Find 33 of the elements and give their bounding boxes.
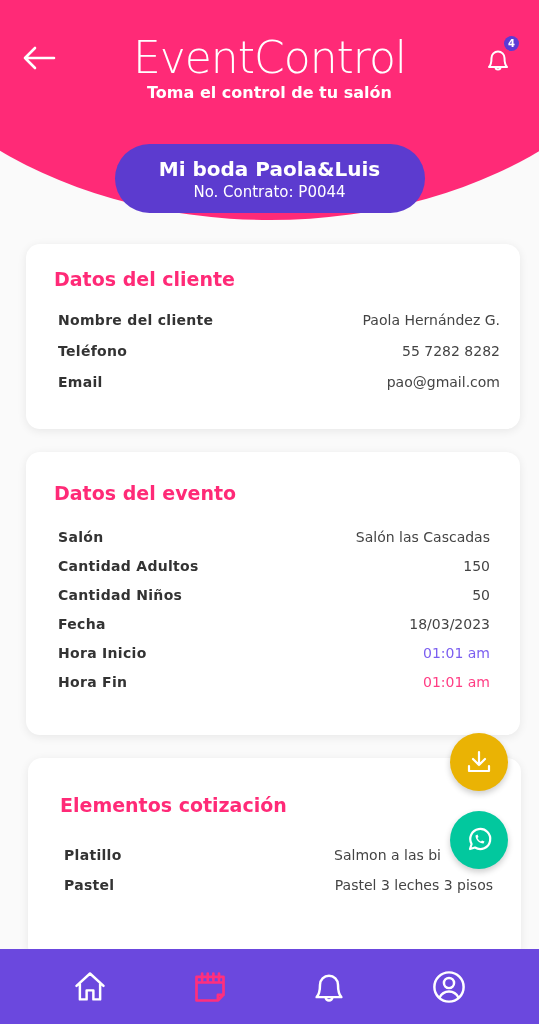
field-value: 18/03/2023 [409, 615, 490, 632]
field-label: Nombre del cliente [58, 311, 214, 328]
user-icon [431, 968, 468, 1005]
field-value: pao@gmail.com [386, 373, 500, 390]
field-value: Salón las Cascadas [355, 528, 490, 545]
field-label: Teléfono [58, 342, 128, 359]
field-value: 55 7282 8282 [402, 342, 500, 359]
app-logo: EventControl [132, 34, 407, 82]
contract-number: No. Contrato: P0044 [193, 181, 346, 202]
field-label: Hora Fin [58, 673, 128, 690]
tagline: Toma el control de tu salón [147, 82, 392, 104]
card-title: Datos del evento [54, 482, 238, 504]
field-label: Email [58, 373, 103, 390]
card-title: Datos del cliente [54, 268, 236, 290]
field-label: Hora Inicio [58, 644, 147, 661]
field-value: 01:01 am [423, 673, 490, 690]
field-value: Paola Hernández G. [362, 311, 500, 328]
back-button[interactable] [22, 46, 56, 70]
field-value: 01:01 am [423, 644, 490, 661]
card-title: Elementos cotización [60, 794, 288, 816]
field-label: Cantidad Niños [58, 586, 183, 603]
field-value: 150 [463, 557, 490, 574]
field-label: Cantidad Adultos [58, 557, 199, 574]
field-label: Pastel [64, 877, 115, 893]
back-arrow-icon [22, 46, 56, 70]
field-label: Fecha [58, 615, 106, 632]
field-label: Platillo [64, 847, 122, 863]
field-value: Salmon a las bi [334, 847, 441, 863]
event-title: Mi boda Paola&Luis [158, 155, 381, 182]
notifications-button[interactable]: 4 [483, 36, 519, 74]
field-value: Pastel 3 leches 3 pisos [334, 877, 493, 893]
field-label: Salón [58, 528, 104, 545]
field-value: 50 [472, 586, 490, 603]
